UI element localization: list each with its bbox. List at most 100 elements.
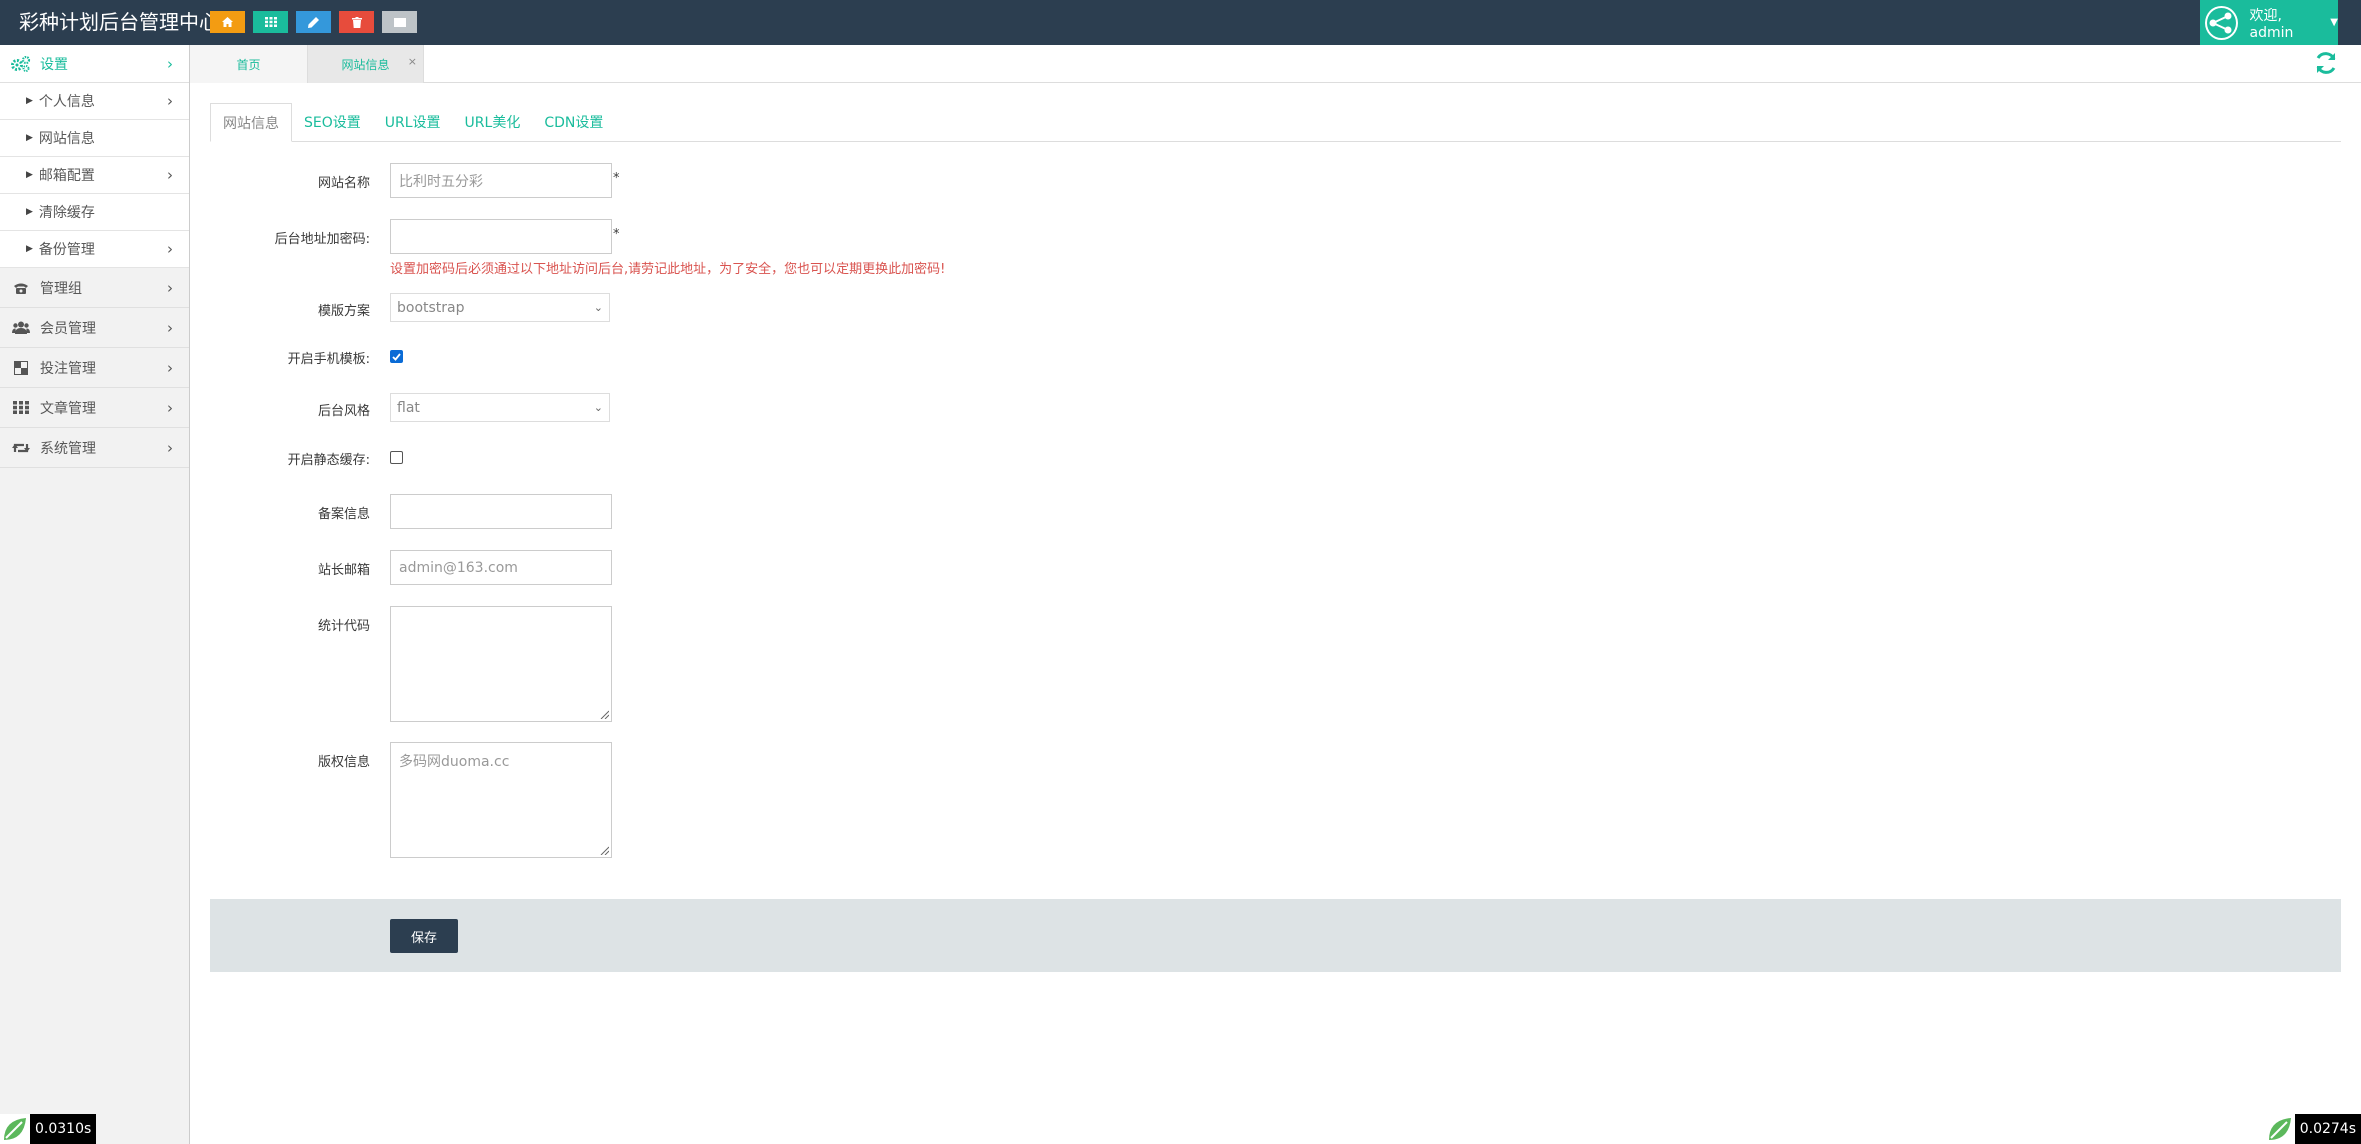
main-content: 网站信息 SEO设置 URL设置 URL美化 CDN设置 网站名称 比利时五分彩… <box>210 103 2341 972</box>
sidebar-group-label: 管理组 <box>40 280 82 297</box>
timer-right: 0.0274s <box>2264 1114 2361 1144</box>
brand-title[interactable]: 彩种计划后台管理中心 <box>19 10 219 34</box>
leaf-logo-icon <box>2264 1114 2295 1144</box>
static-cache-checkbox[interactable] <box>390 451 403 464</box>
sidebar-group-bets[interactable]: 投注管理 › <box>0 348 189 388</box>
resize-grip-icon[interactable] <box>599 709 609 719</box>
sidebar-group-members[interactable]: 会员管理 › <box>0 308 189 348</box>
chevron-down-icon: ⌄ <box>593 301 603 314</box>
avatar <box>2205 5 2238 40</box>
template-select[interactable]: bootstrap ⌄ <box>390 293 610 322</box>
caret-right-icon: ▶ <box>26 244 33 254</box>
check-icon <box>392 352 401 361</box>
caret-right-icon: ▶ <box>26 96 33 106</box>
user-menu[interactable]: 欢迎, admin ▼ <box>2200 0 2338 45</box>
tab-site-info[interactable]: 网站信息 × <box>308 45 424 83</box>
sidebar-group-label: 系统管理 <box>40 440 96 457</box>
site-name-input[interactable]: 比利时五分彩 <box>390 163 612 198</box>
sidebar-group-admin[interactable]: 管理组 › <box>0 268 189 308</box>
shortcut-buttons <box>210 11 417 33</box>
template-row: 模版方案 bootstrap ⌄ <box>210 293 2341 322</box>
sidebar-group-system[interactable]: 系统管理 › <box>0 428 189 468</box>
grid-icon <box>264 17 277 27</box>
sidebar-item-profile[interactable]: ▶ 个人信息 › <box>0 83 189 120</box>
sidebar-item-label: 备份管理 <box>38 242 95 258</box>
admin-password-input[interactable] <box>390 219 612 254</box>
sidebar-group-label: 投注管理 <box>40 360 96 377</box>
admin-style-select[interactable]: flat ⌄ <box>390 393 610 422</box>
admin-password-warning: 设置加密码后必须通过以下地址访问后台,请劳记此地址，为了安全，您也可以定期更换此… <box>390 262 946 277</box>
sidebar-item-settings[interactable]: 设置 › <box>0 45 189 83</box>
sidebar-item-label: 邮箱配置 <box>38 168 95 184</box>
tab-seo[interactable]: SEO设置 <box>292 103 373 141</box>
grid-shortcut-button[interactable] <box>253 11 288 33</box>
gears-icon <box>11 55 31 72</box>
sidebar-group-articles[interactable]: 文章管理 › <box>0 388 189 428</box>
tab-home[interactable]: 首页 <box>190 45 308 83</box>
caret-right-icon: ▶ <box>26 207 33 217</box>
tab-url-rewrite[interactable]: URL美化 <box>453 103 533 141</box>
admin-style-row: 后台风格 flat ⌄ <box>210 393 2341 422</box>
trash-icon <box>351 16 362 28</box>
admin-style-select-value: flat <box>397 399 420 416</box>
top-navbar: 彩种计划后台管理中心 欢迎, admin ▼ <box>0 0 2361 45</box>
chevron-right-icon: › <box>167 240 173 258</box>
form-actions: 保存 <box>210 899 2341 972</box>
share-icon <box>2209 12 2232 33</box>
timer-right-value: 0.0274s <box>2294 1114 2361 1144</box>
save-button[interactable]: 保存 <box>390 919 458 953</box>
sidebar-group-label: 会员管理 <box>40 320 96 337</box>
tab-url[interactable]: URL设置 <box>373 103 453 141</box>
tab-cdn[interactable]: CDN设置 <box>532 103 615 141</box>
copyright-textarea[interactable]: 多码网duoma.cc <box>390 742 612 858</box>
list-shortcut-button[interactable] <box>382 11 417 33</box>
sidebar-group-label: 文章管理 <box>40 400 96 417</box>
chevron-right-icon: › <box>167 278 173 297</box>
tab-site-info-label: 网站信息 <box>341 57 390 72</box>
delete-shortcut-button[interactable] <box>339 11 374 33</box>
sidebar-item-site-info[interactable]: ▶ 网站信息 <box>0 120 189 157</box>
user-greeting: 欢迎, admin <box>2249 7 2294 41</box>
mobile-template-checkbox[interactable] <box>390 350 403 363</box>
site-name-label: 网站名称 <box>317 176 370 191</box>
template-label: 模版方案 <box>317 304 370 319</box>
sidebar-item-backup[interactable]: ▶ 备份管理 › <box>0 231 189 268</box>
refresh-icon[interactable] <box>2313 50 2339 76</box>
close-icon[interactable]: × <box>408 55 417 68</box>
sidebar-item-label: 个人信息 <box>38 94 95 110</box>
retweet-icon <box>12 441 30 455</box>
template-select-value: bootstrap <box>397 299 465 316</box>
stats-code-row: 统计代码 <box>210 606 2341 722</box>
edit-shortcut-button[interactable] <box>296 11 331 33</box>
chevron-right-icon: › <box>167 92 173 110</box>
pencil-icon <box>308 16 319 28</box>
sidebar-item-mail-config[interactable]: ▶ 邮箱配置 › <box>0 157 189 194</box>
caret-down-icon: ▼ <box>2330 17 2338 28</box>
chevron-right-icon: › <box>167 358 173 377</box>
stats-code-textarea[interactable] <box>390 606 612 722</box>
icp-input[interactable] <box>390 494 612 529</box>
sidebar-head-label: 设置 <box>40 56 68 73</box>
chevron-down-icon: ⌄ <box>593 401 603 414</box>
home-shortcut-button[interactable] <box>210 11 245 33</box>
chevron-right-icon: › <box>167 318 173 337</box>
sidebar-item-clear-cache[interactable]: ▶ 清除缓存 <box>0 194 189 231</box>
copyright-row: 版权信息 多码网duoma.cc <box>210 742 2341 858</box>
caret-right-icon: ▶ <box>26 133 33 143</box>
required-mark: * <box>613 227 620 242</box>
timer-left-value: 0.0310s <box>30 1114 97 1144</box>
chevron-right-icon: › <box>167 166 173 184</box>
users-icon <box>12 321 30 335</box>
copyright-placeholder: 多码网duoma.cc <box>399 754 510 770</box>
sidebar-item-label: 网站信息 <box>38 131 95 147</box>
sidebar-item-label: 清除缓存 <box>38 205 95 221</box>
leaf-logo-icon <box>0 1114 30 1144</box>
static-cache-label: 开启静态缓存: <box>287 453 370 468</box>
tab-site-info-form[interactable]: 网站信息 <box>210 103 292 142</box>
checker-icon <box>12 360 30 375</box>
resize-grip-icon[interactable] <box>599 845 609 855</box>
icp-label: 备案信息 <box>317 507 370 522</box>
chevron-right-icon: › <box>167 438 173 457</box>
email-input[interactable]: admin@163.com <box>390 550 612 585</box>
chevron-right-icon: › <box>167 54 173 73</box>
